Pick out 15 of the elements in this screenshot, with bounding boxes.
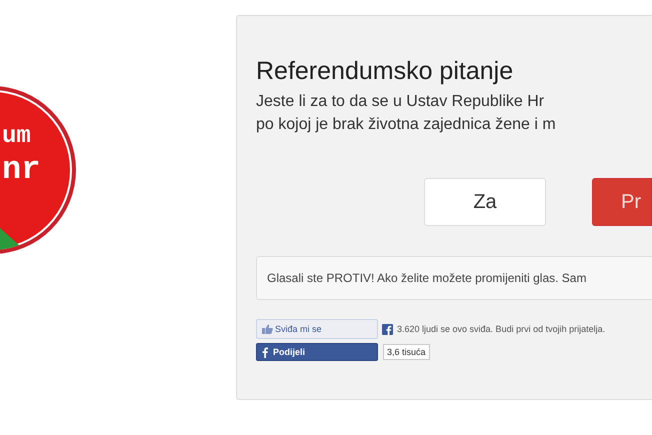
like-count-text: 3.620 ljudi se ovo sviđa. Budi prvi od tvojih prijatelja. (397, 324, 606, 334)
share-count: 3,6 tisuća (383, 344, 430, 360)
share-button[interactable]: Podijeli (256, 343, 378, 361)
logo-text: nr (2, 151, 40, 188)
vote-button[interactable]: Za (424, 178, 546, 226)
poll-title: Referendumsko pitanje (256, 56, 514, 86)
vote-status-message: Glasali ste PROTIV! Ako želite možete promijeniti glas. Sam (256, 256, 652, 300)
facebook-icon (382, 324, 393, 334)
facebook-icon (262, 346, 268, 358)
question-text: po kojoj je brak životna zajednica žene i m (256, 115, 557, 135)
logo-text: um (2, 123, 31, 150)
thumbs-up-icon (262, 324, 273, 334)
like-button[interactable]: Sviđa mi se (256, 319, 378, 339)
question-text: Jeste li za to da se u Ustav Republike Hr (256, 92, 546, 112)
vote-button[interactable]: Pr (592, 178, 652, 226)
